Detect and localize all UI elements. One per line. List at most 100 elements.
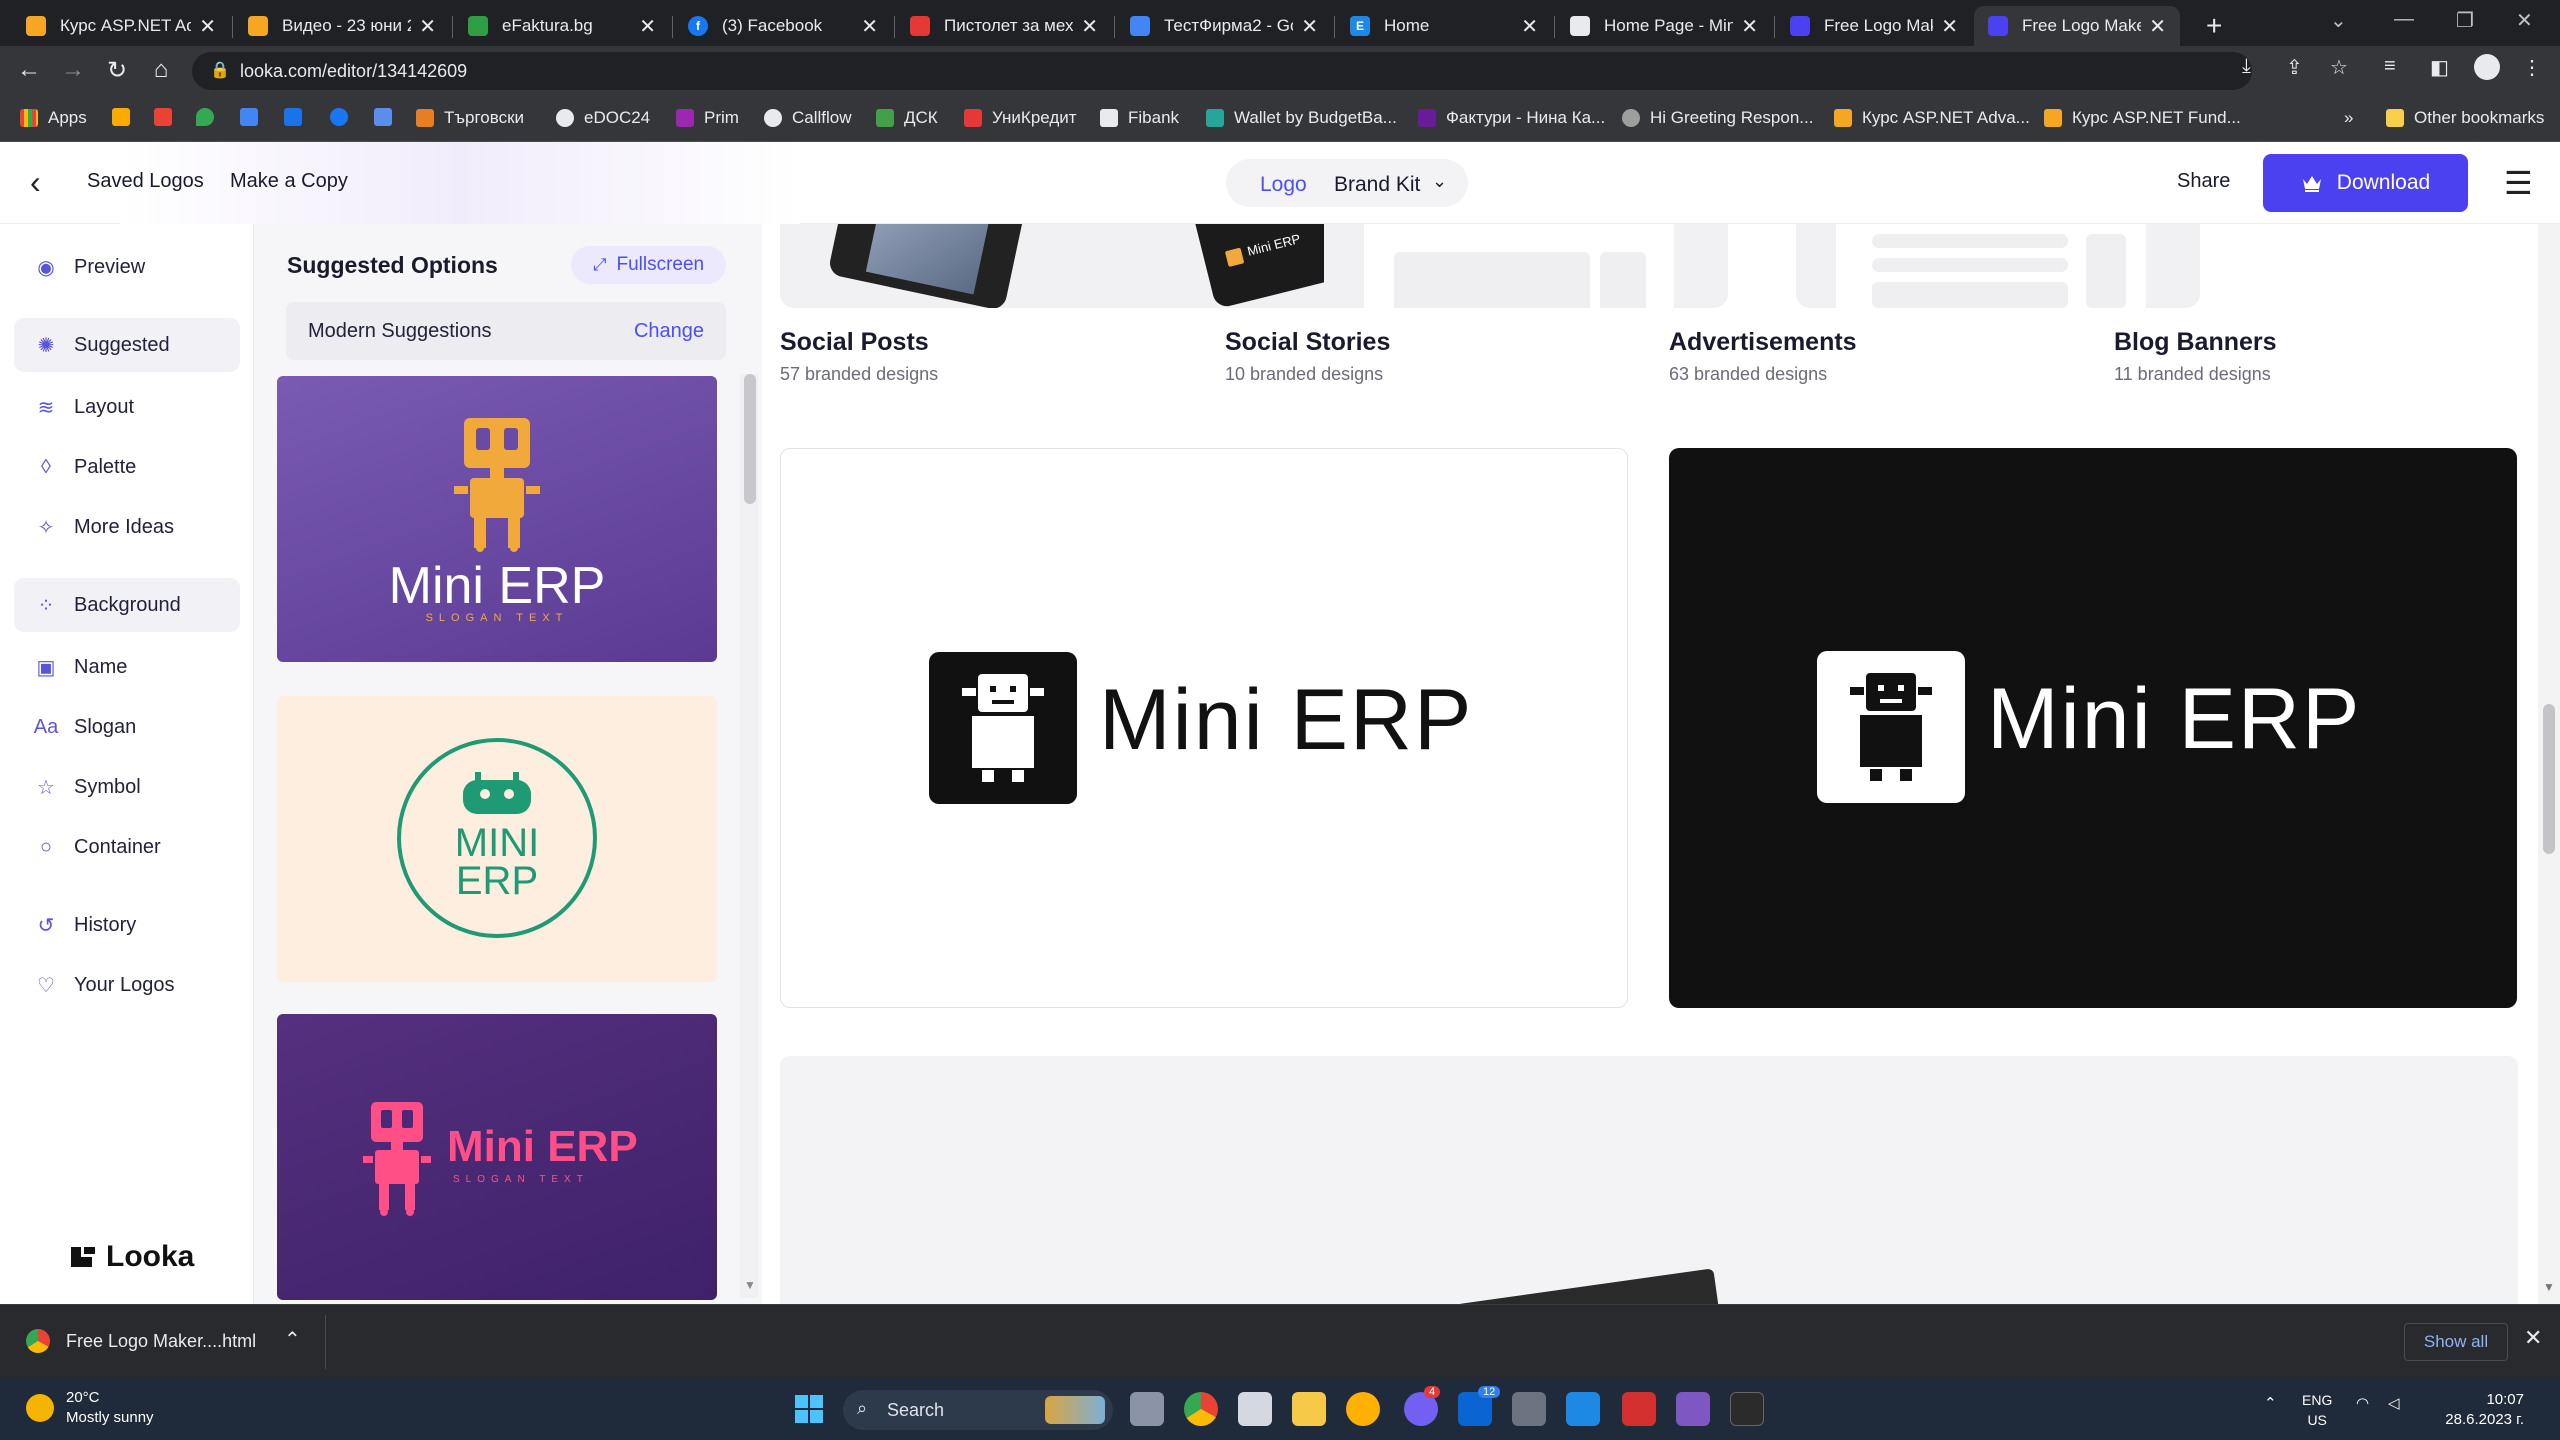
logo-preview-light[interactable]: Mini ERP xyxy=(780,448,1628,1008)
download-button[interactable]: Download xyxy=(2263,154,2468,212)
browser-tab[interactable]: Home Page - Min ✕ xyxy=(1556,6,1772,46)
bookmark-translate[interactable] xyxy=(240,108,268,126)
bookmark-fakturi[interactable]: Фактури - Нина Ка... xyxy=(1418,108,1605,128)
sidebar-item-preview[interactable]: ◉ Preview xyxy=(14,240,240,294)
taskbar-search[interactable]: ⌕ Search xyxy=(843,1390,1113,1430)
weather-widget[interactable]: 20°C Mostly sunny xyxy=(26,1388,154,1428)
sidebar-item-slogan[interactable]: Aa Slogan xyxy=(14,700,240,754)
make-copy-link[interactable]: Make a Copy xyxy=(230,170,348,193)
close-tab-icon[interactable]: ✕ xyxy=(639,14,656,39)
page-scrollbar[interactable]: ▼ xyxy=(2538,224,2560,1304)
visual-studio-icon[interactable] xyxy=(1676,1392,1710,1426)
category-title[interactable]: Social Stories xyxy=(1225,328,1390,357)
snipping-tool-icon[interactable] xyxy=(1238,1392,1272,1426)
bookmark-dsk[interactable]: ДСК xyxy=(876,108,938,128)
close-tab-icon[interactable]: ✕ xyxy=(2149,14,2166,39)
browser-tab[interactable]: E Home ✕ xyxy=(1336,6,1552,46)
bookmark-star-icon[interactable]: ☆ xyxy=(2330,55,2348,80)
browser-tab[interactable]: Пистолет за мех ✕ xyxy=(896,6,1112,46)
suggestions-scrollbar[interactable] xyxy=(740,374,758,1298)
scrollbar-thumb[interactable] xyxy=(2543,704,2555,854)
change-style-link[interactable]: Change xyxy=(634,320,704,343)
scroll-down-arrow-icon[interactable]: ▼ xyxy=(744,1278,756,1292)
bookmark-maps[interactable] xyxy=(196,108,224,126)
category-title[interactable]: Blog Banners xyxy=(2114,328,2277,357)
bookmark-callflow[interactable]: Callflow xyxy=(764,108,852,128)
close-tab-icon[interactable]: ✕ xyxy=(199,14,216,39)
looka-brand[interactable]: Looka xyxy=(68,1240,194,1274)
mockup-preview-card[interactable] xyxy=(780,1056,2518,1304)
sidebar-item-container[interactable]: ○ Container xyxy=(14,820,240,874)
close-tab-icon[interactable]: ✕ xyxy=(861,14,878,39)
chevron-up-icon[interactable]: ⌃ xyxy=(284,1327,301,1352)
scroll-down-arrow-icon[interactable]: ▼ xyxy=(2543,1280,2555,1294)
browser-tab[interactable]: Free Logo Maker ✕ xyxy=(1776,6,1972,46)
url-bar[interactable]: 🔒 looka.com/editor/134142609 xyxy=(192,52,2252,90)
side-panel-icon[interactable]: ◧ xyxy=(2430,55,2449,80)
bookmark-prim[interactable]: Prim xyxy=(676,108,739,128)
calculator-icon[interactable] xyxy=(1512,1392,1546,1426)
bookmark-gs[interactable] xyxy=(374,108,402,126)
bookmark-asp-fund[interactable]: Курс ASP.NET Fund... xyxy=(2044,108,2241,128)
close-tab-icon[interactable]: ✕ xyxy=(419,14,436,39)
bookmark-edoc24[interactable]: eDOC24 xyxy=(556,108,650,128)
sidebar-item-symbol[interactable]: ☆ Symbol xyxy=(14,760,240,814)
blog-banners-mockup[interactable] xyxy=(1796,224,2200,308)
bookmark-fibank[interactable]: Fibank xyxy=(1100,108,1179,128)
chrome-icon[interactable] xyxy=(1184,1392,1218,1426)
new-tab-button[interactable]: + xyxy=(2196,6,2246,46)
logo-preview-dark[interactable]: Mini ERP xyxy=(1669,448,2517,1008)
browser-tab[interactable]: Видео - 23 юни 2 ✕ xyxy=(234,6,450,46)
close-tab-icon[interactable]: ✕ xyxy=(1301,14,1318,39)
wifi-icon[interactable]: ◠ xyxy=(2356,1394,2369,1412)
language-indicator[interactable]: ENG US xyxy=(2302,1390,2332,1430)
todo-icon[interactable] xyxy=(1566,1392,1600,1426)
browser-tab[interactable]: ТестФирма2 - Go ✕ xyxy=(1116,6,1332,46)
bookmark-wallet[interactable]: Wallet by BudgetBa... xyxy=(1206,108,1397,128)
bookmark-targovski[interactable]: Търговски xyxy=(416,108,524,128)
lock-icon[interactable]: 🔒 xyxy=(210,60,230,80)
bookmark-greeting[interactable]: Hi Greeting Respon... xyxy=(1622,108,1813,128)
sidebar-item-background[interactable]: ⁘ Background xyxy=(14,578,240,632)
other-bookmarks[interactable]: Other bookmarks xyxy=(2386,108,2544,128)
bookmark-chart[interactable] xyxy=(284,108,312,126)
browser-tab-active[interactable]: Free Logo Maker ✕ xyxy=(1974,6,2180,46)
category-title[interactable]: Advertisements xyxy=(1669,328,1857,357)
forward-icon[interactable]: → xyxy=(58,56,88,84)
bookmark-analytics[interactable] xyxy=(112,108,140,126)
bookmark-facebook[interactable] xyxy=(330,108,358,126)
sidebar-item-name[interactable]: ▣ Name xyxy=(14,640,240,694)
share-button[interactable]: Share xyxy=(2177,170,2230,193)
minimize-icon[interactable]: — xyxy=(2394,8,2414,31)
back-arrow-icon[interactable]: ‹ xyxy=(30,164,41,201)
chevron-down-icon[interactable]: ⌄ xyxy=(1432,171,1447,192)
acrobat-icon[interactable] xyxy=(1622,1392,1656,1426)
home-icon[interactable]: ⌂ xyxy=(146,56,176,84)
terminal-icon[interactable] xyxy=(1730,1392,1764,1426)
scrollbar-thumb[interactable] xyxy=(744,374,756,504)
reading-list-icon[interactable]: ≡ xyxy=(2384,55,2396,78)
advertisements-mockup[interactable] xyxy=(1324,224,1728,308)
chevron-up-icon[interactable]: ⌃ xyxy=(2264,1394,2277,1412)
install-icon[interactable]: ⤓ xyxy=(2242,55,2251,78)
restore-icon[interactable]: ❐ xyxy=(2456,8,2474,33)
sidebar-item-layout[interactable]: ≋ Layout xyxy=(14,380,240,434)
bookmark-apps[interactable]: Apps xyxy=(20,108,87,128)
sidebar-item-your-logos[interactable]: ♡ Your Logos xyxy=(14,958,240,1012)
tab-logo[interactable]: Logo xyxy=(1260,173,1307,197)
close-tab-icon[interactable]: ✕ xyxy=(1941,14,1958,39)
close-tab-icon[interactable]: ✕ xyxy=(1741,14,1758,39)
back-icon[interactable]: ← xyxy=(14,56,44,84)
volume-icon[interactable]: ◁ xyxy=(2388,1394,2400,1412)
sidebar-item-history[interactable]: ↺ History xyxy=(14,898,240,952)
sidebar-item-suggested[interactable]: ✺ Suggested xyxy=(14,318,240,372)
close-shelf-icon[interactable]: ✕ xyxy=(2524,1325,2542,1351)
share-page-icon[interactable]: ⇪ xyxy=(2286,55,2303,80)
profile-avatar[interactable] xyxy=(2474,54,2500,80)
close-window-icon[interactable]: ✕ xyxy=(2516,8,2533,33)
suggestion-card[interactable]: MINI ERP xyxy=(277,696,717,982)
browser-tab[interactable]: eFaktura.bg ✕ xyxy=(454,6,670,46)
more-bookmarks-button[interactable]: » xyxy=(2344,108,2353,128)
sidebar-item-palette[interactable]: ◊ Palette xyxy=(14,440,240,494)
browser-tab[interactable]: Курс ASP.NET Ad ✕ xyxy=(12,6,230,46)
